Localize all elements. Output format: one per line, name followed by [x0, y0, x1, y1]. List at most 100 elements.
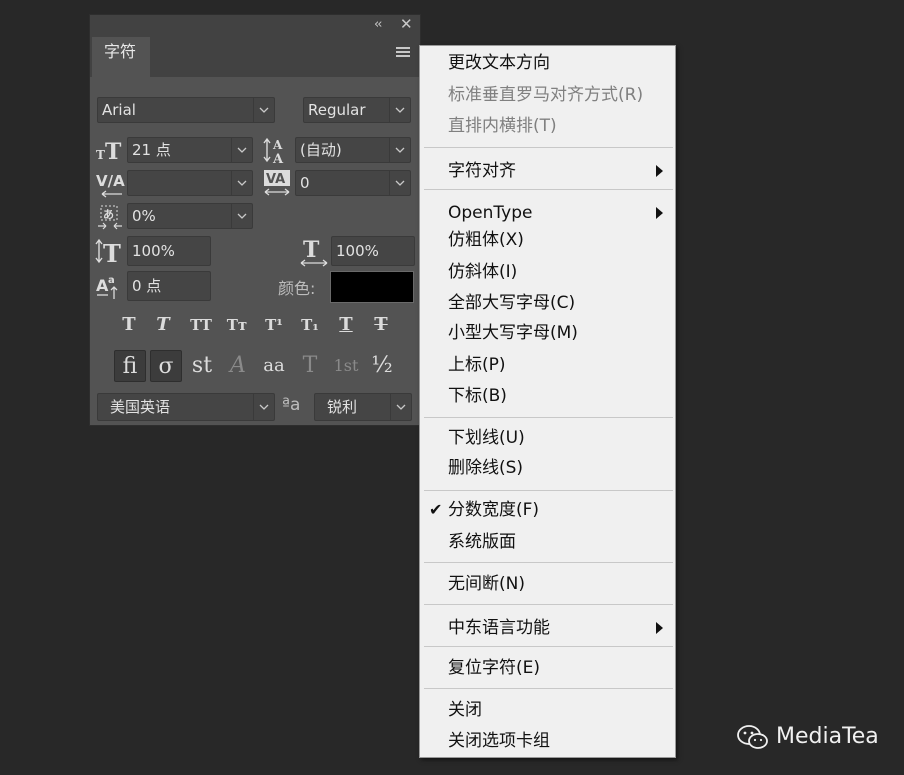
vertical-scale-field[interactable]: 100%: [127, 236, 211, 266]
swash-button[interactable]: A: [222, 350, 254, 382]
titling-alternates-button[interactable]: T: [294, 350, 326, 382]
menu-item[interactable]: 系统版面: [448, 530, 516, 554]
vertical-scale-value: 100%: [132, 242, 175, 260]
collapse-icon[interactable]: ‹‹: [374, 17, 383, 32]
tracking-value: 0: [300, 174, 310, 192]
small-caps-button[interactable]: Tт: [224, 312, 250, 338]
chevron-down-icon[interactable]: [231, 171, 252, 195]
leading-value: (自动): [300, 141, 342, 159]
svg-text:a: a: [108, 275, 115, 286]
menu-item[interactable]: 仿粗体(X): [448, 228, 524, 252]
font-size-icon: TT: [96, 137, 122, 167]
menu-item[interactable]: 分数宽度(F): [448, 498, 539, 522]
underline-button[interactable]: T: [333, 312, 359, 338]
chevron-down-icon[interactable]: [389, 138, 410, 162]
menu-item[interactable]: OpenType: [448, 201, 532, 225]
antialias-icon: ªa: [282, 395, 301, 415]
submenu-arrow-icon: [656, 165, 663, 177]
horizontal-scale-value: 100%: [336, 242, 379, 260]
submenu-arrow-icon: [656, 207, 663, 219]
menu-item[interactable]: 小型大写字母(M): [448, 321, 578, 345]
svg-text:T: T: [96, 148, 105, 162]
tracking-field[interactable]: 0: [295, 170, 411, 196]
menu-item[interactable]: 更改文本方向: [448, 51, 550, 75]
contextual-alternates-button[interactable]: σ: [150, 350, 182, 382]
menu-item[interactable]: 下划线(U): [448, 426, 525, 450]
menu-separator: [424, 189, 673, 190]
baseline-shift-value: 0 点: [132, 277, 162, 295]
panel-tabstrip: 字符: [90, 37, 420, 77]
fractions-button[interactable]: ½: [366, 350, 398, 382]
standard-ligatures-button[interactable]: fi: [114, 350, 146, 382]
svg-text:T: T: [105, 139, 122, 163]
chevron-down-icon[interactable]: [231, 204, 252, 228]
leading-icon: AA: [263, 135, 291, 169]
stylistic-alternates-button[interactable]: aa: [258, 350, 290, 382]
baseline-shift-field[interactable]: 0 点: [127, 271, 211, 301]
menu-item[interactable]: 关闭选项卡组: [448, 729, 550, 753]
subscript-button[interactable]: T₁: [297, 312, 323, 338]
menu-item[interactable]: 直排内横排(T): [448, 114, 557, 138]
antialias-select[interactable]: 锐利: [314, 393, 412, 421]
menu-item[interactable]: 关闭: [448, 698, 482, 722]
wechat-icon: [737, 725, 768, 749]
all-caps-button[interactable]: TT: [188, 312, 214, 338]
leading-field[interactable]: (自动): [295, 137, 411, 163]
vertical-scale-icon: T: [95, 237, 125, 269]
font-size-value: 21 点: [132, 141, 171, 159]
superscript-button[interactable]: T¹: [261, 312, 287, 338]
font-family-value: Arial: [102, 101, 136, 119]
menu-item[interactable]: 复位字符(E): [448, 656, 540, 680]
kerning-field[interactable]: [127, 170, 253, 196]
antialias-value: 锐利: [327, 398, 358, 416]
menu-item[interactable]: 删除线(S): [448, 456, 523, 480]
menu-separator: [424, 417, 673, 418]
svg-text:A: A: [272, 152, 284, 165]
chevron-down-icon[interactable]: [390, 394, 411, 420]
language-value: 美国英语: [110, 398, 171, 416]
svg-text:T: T: [303, 237, 320, 263]
tsume-field[interactable]: 0%: [127, 203, 253, 229]
menu-item[interactable]: 全部大写字母(C): [448, 291, 575, 315]
font-size-field[interactable]: 21 点: [127, 137, 253, 163]
color-swatch[interactable]: [330, 271, 414, 303]
chevron-down-icon[interactable]: [389, 171, 410, 195]
faux-bold-button[interactable]: T: [116, 312, 142, 338]
menu-item[interactable]: 上标(P): [448, 353, 506, 377]
language-select[interactable]: 美国英语: [97, 393, 275, 421]
menu-separator: [424, 490, 673, 491]
font-family-select[interactable]: Arial: [97, 97, 275, 123]
chevron-down-icon[interactable]: [231, 138, 252, 162]
svg-text:A: A: [272, 138, 283, 152]
tsume-value: 0%: [132, 207, 156, 225]
menu-item[interactable]: 字符对齐: [448, 159, 516, 183]
checkmark-icon: ✔: [429, 500, 443, 519]
close-icon[interactable]: ✕: [400, 15, 413, 33]
ordinals-button[interactable]: 1st: [330, 350, 362, 382]
menu-item[interactable]: 下标(B): [448, 384, 507, 408]
panel-menu-icon[interactable]: [396, 47, 410, 57]
kerning-icon: V/A: [96, 170, 126, 202]
menu-item[interactable]: 无间断(N): [448, 572, 525, 596]
faux-italic-button[interactable]: T: [150, 312, 176, 338]
panel-flyout-menu: 更改文本方向标准垂直罗马对齐方式(R) 直排内横排(T) 字符对齐 OpenType 仿…: [419, 45, 676, 758]
svg-text:T: T: [103, 239, 121, 265]
menu-item[interactable]: 仿斜体(I): [448, 260, 517, 284]
font-style-value: Regular: [308, 101, 366, 119]
tab-character[interactable]: 字符: [92, 37, 150, 77]
chevron-down-icon[interactable]: [253, 98, 274, 122]
menu-separator: [424, 562, 673, 563]
tracking-icon: VA: [263, 168, 293, 202]
menu-item[interactable]: 中东语言功能: [448, 616, 550, 640]
chevron-down-icon[interactable]: [389, 98, 410, 122]
font-style-select[interactable]: Regular: [303, 97, 411, 123]
chevron-down-icon[interactable]: [253, 394, 274, 420]
strikethrough-button[interactable]: T: [368, 312, 394, 338]
horizontal-scale-field[interactable]: 100%: [331, 236, 415, 266]
tsume-icon: あ: [96, 203, 124, 235]
baseline-shift-icon: Aa: [96, 273, 126, 305]
discretionary-ligatures-button[interactable]: st: [186, 350, 218, 382]
character-panel: ‹‹ ✕ 字符 Arial Regular TT 21 点 AA (自动) V/…: [89, 14, 421, 426]
menu-item[interactable]: 标准垂直罗马对齐方式(R): [448, 83, 643, 107]
watermark-text: MediaTea: [776, 724, 879, 749]
